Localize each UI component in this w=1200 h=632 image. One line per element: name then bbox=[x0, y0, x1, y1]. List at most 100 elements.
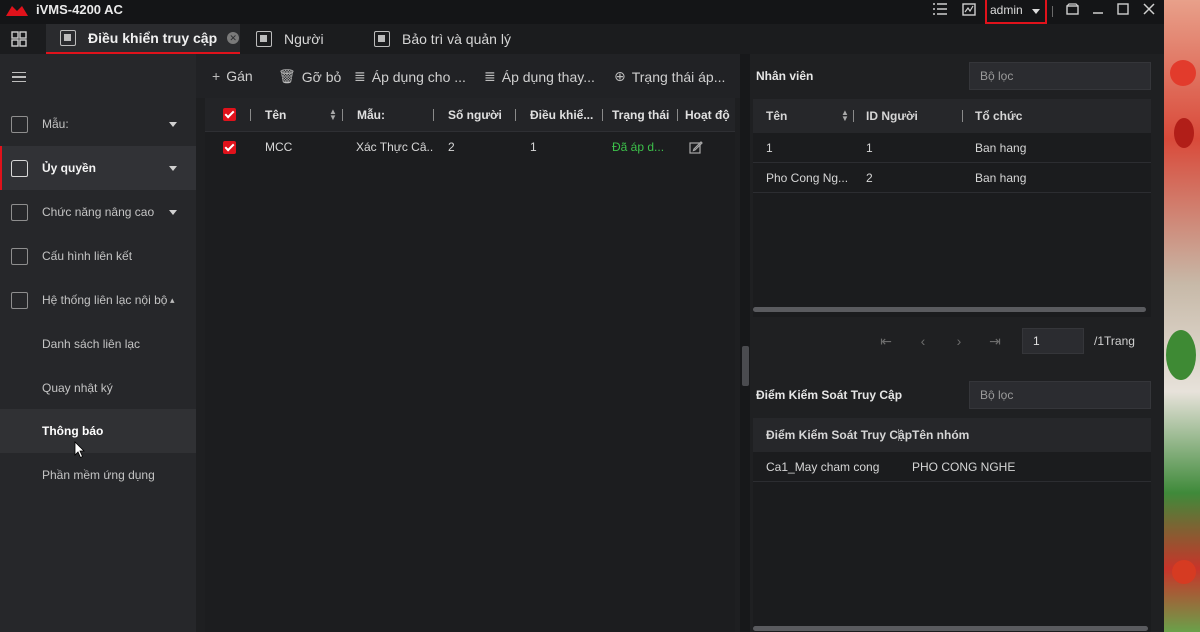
next-page-icon[interactable]: › bbox=[949, 328, 969, 354]
chevron-down-icon bbox=[169, 121, 177, 127]
sidebar-item-app-software[interactable]: Phần mềm ứng dụng bbox=[0, 453, 196, 497]
edit-icon[interactable] bbox=[689, 132, 703, 162]
apply-to-button[interactable]: ≣ Áp dụng cho ... bbox=[354, 68, 466, 85]
row-checkbox[interactable] bbox=[223, 132, 236, 162]
tab-maintenance[interactable]: Bảo trì và quản lý bbox=[374, 24, 544, 54]
sidebar-item-link-config[interactable]: Cấu hình liên kết bbox=[0, 234, 196, 278]
tab-access-control[interactable]: Điều khiển truy cập ✕ bbox=[46, 24, 240, 54]
app-window: iVMS-4200 AC admin Điều khiển truy cập ✕… bbox=[0, 0, 1164, 632]
row-control: 1 bbox=[530, 140, 537, 154]
row-org: Ban hang bbox=[975, 170, 1027, 185]
assign-button[interactable]: + Gán bbox=[212, 68, 253, 84]
access-point-filter-input[interactable]: Bộ lọc bbox=[969, 381, 1151, 409]
chevron-down-icon bbox=[169, 209, 177, 215]
close-icon[interactable] bbox=[1141, 3, 1157, 19]
monitor-icon[interactable] bbox=[961, 3, 977, 19]
table-header: Tên ▲ ▼ ID Người Tổ chức bbox=[753, 99, 1151, 133]
template-icon bbox=[11, 115, 28, 133]
table-row[interactable]: MCC Xác Thực Câ... 2 1 Đã áp d... bbox=[205, 132, 735, 162]
lock-icon bbox=[11, 159, 28, 177]
row-template: Xác Thực Câ... bbox=[356, 140, 434, 154]
column-name[interactable]: Tên bbox=[265, 98, 286, 131]
last-page-icon[interactable]: ⇥ bbox=[985, 328, 1005, 354]
download-status-icon: ⊕ bbox=[614, 68, 626, 84]
column-group-name[interactable]: Tên nhóm bbox=[912, 418, 969, 452]
splitter-handle[interactable] bbox=[742, 346, 749, 386]
table-row[interactable]: 1 1 Ban hang bbox=[753, 133, 1151, 163]
sidebar-item-intercom[interactable]: Hệ thống liên lạc nội bộ ▴ bbox=[0, 278, 196, 322]
tab-label: Người bbox=[284, 31, 324, 47]
divider bbox=[898, 429, 899, 441]
column-control[interactable]: Điều khiể... bbox=[530, 98, 598, 131]
row-group: PHO CONG NGHE bbox=[912, 459, 1016, 474]
apply-icon: ≣ bbox=[354, 68, 366, 84]
row-status: Đã áp d... bbox=[612, 140, 665, 154]
column-access-point[interactable]: Điểm Kiểm Soát Truy Cập bbox=[766, 418, 912, 452]
lantern-decoration bbox=[1174, 118, 1194, 148]
column-org[interactable]: Tổ chức bbox=[975, 99, 1022, 133]
maximize-icon[interactable] bbox=[1115, 3, 1131, 19]
first-page-icon[interactable]: ⇤ bbox=[876, 328, 896, 354]
close-tab-icon[interactable]: ✕ bbox=[227, 32, 240, 44]
employee-filter-input[interactable]: Bộ lọc bbox=[969, 62, 1151, 90]
sidebar-item-call-log[interactable]: Quay nhật ký bbox=[0, 366, 196, 410]
flower-decoration bbox=[1172, 560, 1196, 584]
page-number-input[interactable]: 1 bbox=[1022, 328, 1084, 354]
employees-title: Nhân viên bbox=[756, 69, 814, 83]
sidebar-item-advanced[interactable]: Chức năng nâng cao bbox=[0, 190, 196, 234]
sidebar-item-contacts[interactable]: Danh sách liên lạc bbox=[0, 322, 196, 366]
minimize-icon[interactable] bbox=[1090, 3, 1106, 19]
sort-icon[interactable]: ▲ ▼ bbox=[325, 98, 337, 131]
intercom-icon bbox=[11, 291, 28, 309]
table-header: Tên ▲ ▼ Mẫu: Số người Điều khiể... Trạng … bbox=[205, 98, 735, 132]
remove-button[interactable]: 🗑 Gỡ bỏ bbox=[278, 68, 341, 85]
sidebar-item-authorization[interactable]: Ủy quyền bbox=[0, 146, 196, 190]
access-control-icon bbox=[60, 30, 76, 46]
column-person-id[interactable]: ID Người bbox=[866, 99, 918, 133]
select-all-checkbox[interactable] bbox=[223, 98, 236, 131]
sidebar-item-notification[interactable]: Thông báo bbox=[0, 409, 196, 453]
apply-status-button[interactable]: ⊕ Trạng thái áp... bbox=[614, 68, 725, 85]
panel-splitter[interactable] bbox=[740, 54, 750, 632]
row-persons: 2 bbox=[448, 140, 455, 154]
sort-icon[interactable]: ▲ ▼ bbox=[837, 99, 849, 133]
employee-table: Tên ▲ ▼ ID Người Tổ chức 1 1 Ban hang Pho… bbox=[753, 99, 1151, 317]
module-tab-bar: Điều khiển truy cập ✕ Người Bảo trì và q… bbox=[0, 24, 1164, 54]
lock-screen-icon[interactable] bbox=[1064, 3, 1080, 19]
apply-change-button[interactable]: ≣ Áp dụng thay... bbox=[484, 68, 595, 85]
row-org: Ban hang bbox=[975, 140, 1027, 155]
tab-person[interactable]: Người bbox=[256, 24, 366, 54]
app-title: iVMS-4200 AC bbox=[36, 2, 123, 17]
divider bbox=[602, 109, 603, 121]
column-template[interactable]: Mẫu: bbox=[357, 98, 385, 131]
apply-change-icon: ≣ bbox=[484, 68, 496, 84]
horizontal-scrollbar[interactable] bbox=[753, 626, 1148, 631]
horizontal-scrollbar[interactable] bbox=[753, 307, 1146, 312]
person-icon bbox=[256, 31, 272, 47]
chevron-down-icon bbox=[169, 165, 177, 171]
chevron-down-icon bbox=[1032, 9, 1040, 14]
desktop-background bbox=[1164, 0, 1200, 632]
column-status[interactable]: Trạng thái bbox=[612, 98, 669, 131]
chevron-up-icon: ▴ bbox=[170, 294, 175, 305]
divider bbox=[677, 109, 678, 121]
divider bbox=[853, 110, 854, 122]
column-name[interactable]: Tên bbox=[766, 99, 787, 133]
sidebar-item-template[interactable]: Mẫu: bbox=[0, 102, 196, 146]
menu-toggle-icon[interactable] bbox=[12, 72, 26, 82]
advanced-icon bbox=[11, 203, 28, 221]
module-grid-icon[interactable] bbox=[11, 31, 27, 47]
sidebar: Mẫu: Ủy quyền Chức năng nâng cao Cấu hìn… bbox=[0, 54, 196, 632]
table-row[interactable]: Ca1_May cham cong PHO CONG NGHE bbox=[753, 452, 1151, 482]
prev-page-icon[interactable]: ‹ bbox=[913, 328, 933, 354]
list-icon[interactable] bbox=[932, 3, 948, 19]
lantern-decoration bbox=[1170, 60, 1196, 86]
divider bbox=[250, 109, 251, 121]
column-action[interactable]: Hoạt độ bbox=[685, 98, 735, 131]
column-persons[interactable]: Số người bbox=[448, 98, 502, 131]
table-header: Điểm Kiểm Soát Truy Cập Tên nhóm bbox=[753, 418, 1151, 452]
table-row[interactable]: Pho Cong Ng... 2 Ban hang bbox=[753, 163, 1151, 193]
divider bbox=[433, 109, 434, 121]
user-menu-button[interactable]: admin bbox=[985, 0, 1047, 24]
access-points-title: Điểm Kiểm Soát Truy Cập bbox=[756, 388, 903, 402]
